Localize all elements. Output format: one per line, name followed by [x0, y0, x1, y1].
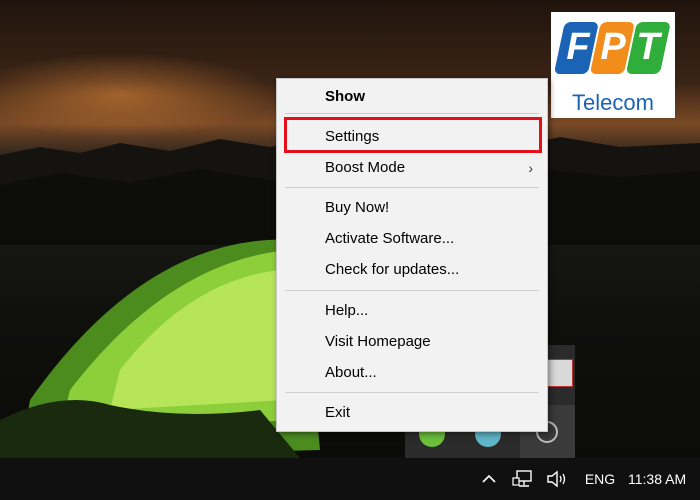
menu-separator: [285, 290, 539, 291]
menu-item-label: Boost Mode: [325, 159, 406, 176]
logo-letter-t: T: [636, 26, 660, 68]
taskbar: ENG 11:38 AM: [0, 458, 700, 500]
menu-item-activate-software[interactable]: Activate Software...: [277, 224, 547, 254]
chevron-up-icon: [482, 474, 496, 483]
clock-time: 11:38 AM: [628, 471, 687, 487]
logo-letter-f: F: [566, 26, 590, 68]
menu-item-about[interactable]: About...: [277, 358, 547, 388]
menu-item-label: Exit: [325, 404, 351, 421]
logo-letters: F P T: [551, 26, 675, 69]
menu-separator: [285, 392, 539, 393]
menu-item-boost-mode[interactable]: Boost Mode ›: [277, 153, 547, 183]
menu-item-buy-now[interactable]: Buy Now!: [277, 193, 547, 223]
input-language-button[interactable]: ENG: [578, 458, 622, 500]
menu-item-show[interactable]: Show: [277, 82, 547, 112]
menu-separator: [285, 187, 539, 188]
menu-item-label: Check for updates...: [325, 261, 460, 278]
network-button[interactable]: [508, 458, 538, 500]
menu-item-label: Show: [325, 88, 365, 105]
menu-item-label: About...: [325, 364, 377, 381]
logo-letter-p: P: [600, 26, 626, 68]
menu-item-label: Help...: [325, 302, 369, 319]
volume-button[interactable]: [540, 458, 574, 500]
menu-item-label: Visit Homepage: [325, 333, 431, 350]
menu-item-label: Buy Now!: [325, 199, 390, 216]
settings-highlight-box: [284, 117, 542, 153]
menu-item-exit[interactable]: Exit: [277, 398, 547, 428]
menu-item-check-updates[interactable]: Check for updates...: [277, 255, 547, 285]
language-label: ENG: [584, 471, 616, 487]
clock-button[interactable]: 11:38 AM: [628, 458, 700, 500]
show-hidden-icons-button[interactable]: [476, 458, 502, 500]
fpt-telecom-logo: F P T Telecom: [551, 12, 675, 118]
network-icon: [512, 470, 532, 487]
menu-item-label: Activate Software...: [325, 230, 455, 247]
app-tray-icon[interactable]: [545, 359, 573, 387]
logo-subtitle: Telecom: [572, 90, 654, 115]
menu-item-visit-homepage[interactable]: Visit Homepage: [277, 327, 547, 357]
submenu-arrow-icon: ›: [528, 160, 533, 176]
menu-item-help[interactable]: Help...: [277, 296, 547, 326]
menu-separator: [285, 113, 539, 114]
volume-icon: [547, 470, 566, 488]
